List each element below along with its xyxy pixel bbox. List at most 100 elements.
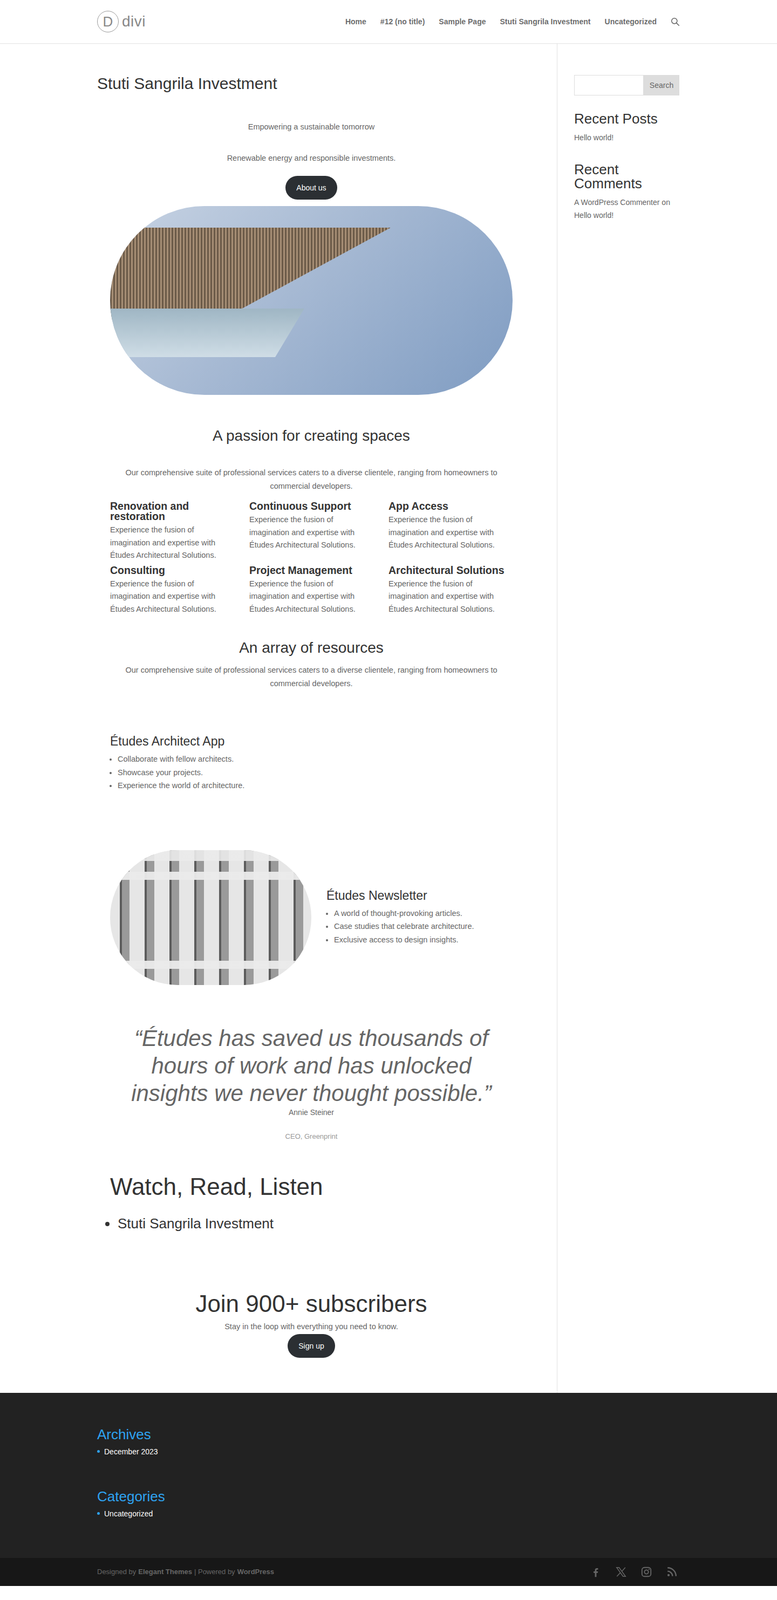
media-item[interactable]: Stuti Sangrila Investment <box>117 1215 513 1233</box>
section-heading: An array of resources <box>110 638 513 658</box>
footer-widget-title: Archives <box>97 1426 680 1444</box>
logo[interactable]: Ddivi <box>97 10 146 33</box>
comment-connector: on <box>661 198 671 207</box>
main-content: Stuti Sangrila Investment Empowering a su… <box>97 43 558 1394</box>
hero-subtitle: Renewable energy and responsible investm… <box>110 152 513 164</box>
quote-text: “Études has saved us thousands of hours … <box>122 1024 501 1108</box>
widget-title: Recent Posts <box>574 111 680 126</box>
service-title: Architectural Solutions <box>388 565 518 576</box>
nav-item[interactable]: Home <box>345 17 367 26</box>
search-input[interactable] <box>574 75 644 96</box>
facebook-icon[interactable] <box>589 1566 602 1579</box>
section-intro: Our comprehensive suite of professional … <box>110 663 513 691</box>
app-point: Experience the world of architecture. <box>117 779 513 793</box>
subscribe-text: Stay in the loop with everything you nee… <box>110 1321 513 1333</box>
footer-widget-list: December 2023 <box>97 1445 680 1459</box>
service-text: Experience the fusion of imagination and… <box>388 513 510 552</box>
site-header: Ddivi Home #12 (no title) Sample Page Stuti … <box>0 0 777 44</box>
credits-text: Designed by <box>97 1568 136 1577</box>
newsletter-title: Études Newsletter <box>326 888 475 903</box>
media-heading: Watch, Read, Listen <box>110 1173 513 1202</box>
site-footer: ArchivesDecember 2023 CategoriesUncategor… <box>0 1393 777 1559</box>
footer-widget-item: December 2023 <box>97 1445 680 1459</box>
nav-item[interactable]: Sample Page <box>438 17 486 26</box>
recent-post: Hello world! <box>574 131 680 145</box>
credits-text: | Powered by <box>194 1568 236 1577</box>
instagram-icon[interactable] <box>640 1566 653 1579</box>
service-title: App Access <box>388 501 518 512</box>
testimonial: “Études has saved us thousands of hours … <box>110 1024 513 1142</box>
newsletter-point: Case studies that celebrate architecture… <box>334 919 475 934</box>
service-text: Experience the fusion of imagination and… <box>249 577 371 617</box>
service-title: Project Management <box>249 565 379 576</box>
newsletter-image <box>110 850 312 986</box>
service-title: Renovation and restoration <box>110 501 240 522</box>
newsletter-points: A world of thought-provoking articles.Ca… <box>326 907 475 947</box>
header-container: Ddivi Home #12 (no title) Sample Page Stuti … <box>97 0 680 44</box>
logo-text: divi <box>121 12 146 31</box>
services-grid: Renovation and restorationExperience the… <box>110 501 513 616</box>
service-text: Experience the fusion of imagination and… <box>110 523 232 563</box>
recent-comment: A WordPress Commenter on Hello world! <box>574 195 680 222</box>
about-button[interactable]: About us <box>285 175 337 200</box>
newsletter-point: Exclusive access to design insights. <box>334 933 475 947</box>
nav-item[interactable]: Stuti Sangrila Investment <box>499 17 591 26</box>
resources-section: An array of resources Our comprehensive s… <box>110 638 513 986</box>
service-text: Experience the fusion of imagination and… <box>388 577 510 617</box>
logo-mark: D <box>97 10 119 33</box>
subscribe-heading: Join 900+ subscribers <box>110 1290 513 1319</box>
app-point: Collaborate with fellow architects. <box>117 752 513 767</box>
media-list: Stuti Sangrila Investment <box>110 1215 513 1233</box>
search-button[interactable]: Search <box>643 75 680 96</box>
widget-title: Recent Comments <box>574 162 680 191</box>
hero-image <box>110 206 513 395</box>
footer-container: ArchivesDecember 2023 CategoriesUncategor… <box>97 1426 680 1521</box>
hero-tagline: Empowering a sustainable tomorrow <box>110 121 513 133</box>
search-form: Search <box>574 75 680 96</box>
footer-widget: CategoriesUncategorized <box>97 1488 680 1521</box>
service-card: Architectural SolutionsExperience the fu… <box>388 565 518 617</box>
quote-author: Annie Steiner <box>110 1107 513 1119</box>
page-container: Stuti Sangrila Investment Empowering a su… <box>97 43 680 1394</box>
service-card: Project ManagementExperience the fusion … <box>249 565 379 617</box>
signup-button[interactable]: Sign up <box>287 1334 335 1359</box>
newsletter-text: Études Newsletter A world of thought-prov… <box>326 888 475 947</box>
footer-widget-item: Uncategorized <box>97 1507 680 1521</box>
bottom-bar: Designed byElegant Themes| Powered byWor… <box>0 1558 777 1587</box>
service-card: Renovation and restorationExperience the… <box>110 501 240 563</box>
app-points: Collaborate with fellow architects.Showc… <box>110 752 513 793</box>
bullet-dot <box>97 1450 100 1454</box>
app-title: Études Architect App <box>110 734 513 749</box>
x-icon[interactable] <box>615 1566 627 1579</box>
service-card: Continuous SupportExperience the fusion … <box>249 501 379 563</box>
app-point: Showcase your projects. <box>117 766 513 780</box>
quote-role: CEO, Greenprint <box>110 1132 513 1142</box>
sidebar: Search Recent Posts Hello world! Recent Com… <box>574 43 680 1394</box>
section-heading: A passion for creating spaces <box>110 426 513 446</box>
theme-link[interactable]: Elegant Themes <box>138 1568 193 1577</box>
media-section: Watch, Read, Listen Stuti Sangrila Invest… <box>110 1173 513 1233</box>
hero-section: Empowering a sustainable tomorrow Renewab… <box>110 121 513 200</box>
platform-link[interactable]: WordPress <box>237 1568 275 1577</box>
post-link[interactable]: Hello world! <box>574 133 614 142</box>
footer-widget-title: Categories <box>97 1488 680 1506</box>
comment-post-link[interactable]: Hello world! <box>574 210 614 220</box>
credits: Designed byElegant Themes| Powered byWor… <box>97 1568 275 1577</box>
recent-comments: A WordPress Commenter on Hello world! <box>574 195 680 222</box>
content-inner: Empowering a sustainable tomorrow Renewab… <box>110 121 513 1359</box>
rss-icon[interactable] <box>665 1566 678 1579</box>
nav-item[interactable]: #12 (no title) <box>380 17 425 26</box>
footer-link[interactable]: Uncategorized <box>104 1507 153 1521</box>
footer-widget: ArchivesDecember 2023 <box>97 1426 680 1459</box>
newsletter-row: Études Newsletter A world of thought-prov… <box>110 850 513 986</box>
nav-item[interactable]: Uncategorized <box>604 17 657 26</box>
services-section: A passion for creating spacesOur compreh… <box>110 426 513 616</box>
page-title: Stuti Sangrila Investment <box>97 73 557 94</box>
bottom-container: Designed byElegant Themes| Powered byWor… <box>97 1558 680 1587</box>
footer-link[interactable]: December 2023 <box>104 1445 159 1459</box>
service-title: Consulting <box>110 565 240 576</box>
search-icon[interactable] <box>670 17 680 27</box>
recent-posts: Hello world! <box>574 131 680 145</box>
service-card: ConsultingExperience the fusion of imagi… <box>110 565 240 617</box>
comment-author[interactable]: A WordPress Commenter <box>574 198 660 207</box>
